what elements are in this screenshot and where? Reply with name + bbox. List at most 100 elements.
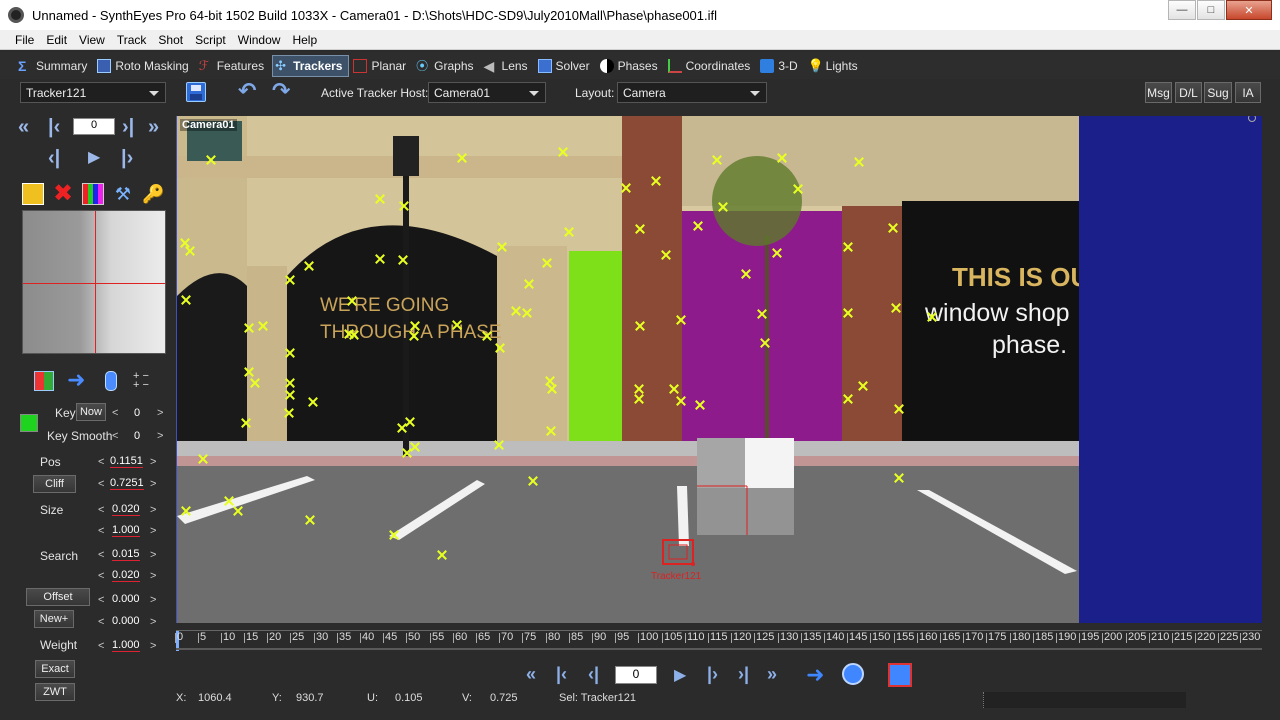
tracker-marker[interactable] xyxy=(522,308,532,318)
next-key-icon[interactable]: ›| xyxy=(122,117,134,137)
grid-icon[interactable] xyxy=(34,371,54,391)
tracker-marker[interactable] xyxy=(206,155,216,165)
fast-forward-icon[interactable]: » xyxy=(767,664,777,685)
menu-edit[interactable]: Edit xyxy=(40,33,73,47)
tracker-marker[interactable] xyxy=(308,397,318,407)
tracker-marker[interactable] xyxy=(402,448,412,458)
menu-shot[interactable]: Shot xyxy=(152,33,189,47)
offset-y-decrement[interactable]: < xyxy=(98,616,104,628)
tracker-marker[interactable] xyxy=(793,184,803,194)
dl-button[interactable]: D/L xyxy=(1175,82,1202,103)
tracker-marker[interactable] xyxy=(661,250,671,260)
room-tab-trackers[interactable]: ✣ Trackers xyxy=(272,54,350,77)
room-tab-summary[interactable]: Σ Summary xyxy=(16,55,93,77)
tracker-marker[interactable] xyxy=(888,223,898,233)
pos-x-decrement[interactable]: < xyxy=(98,456,104,468)
tracker-marker[interactable] xyxy=(669,384,679,394)
room-tab-planar[interactable]: Planar xyxy=(351,55,412,77)
tracker-marker[interactable] xyxy=(244,367,254,377)
tracker-marker[interactable] xyxy=(244,323,254,333)
size-h-decrement[interactable]: < xyxy=(98,525,104,537)
key-smooth-decrement[interactable]: < xyxy=(112,430,118,442)
pos-x-value[interactable]: 0.1151 xyxy=(110,455,143,468)
tracker-marker[interactable] xyxy=(564,227,574,237)
arrow-right-icon[interactable]: ➜ xyxy=(806,662,824,688)
key-decrement[interactable]: < xyxy=(112,407,118,419)
menu-window[interactable]: Window xyxy=(232,33,287,47)
tracker-marker[interactable] xyxy=(304,261,314,271)
tracker-color-swatch[interactable] xyxy=(20,414,38,432)
tracker-marker[interactable] xyxy=(437,550,447,560)
search-w-value[interactable]: 0.015 xyxy=(112,548,140,561)
tracker-marker[interactable] xyxy=(854,157,864,167)
search-w-increment[interactable]: > xyxy=(150,549,156,561)
pos-x-increment[interactable]: > xyxy=(150,456,156,468)
tracker-marker[interactable] xyxy=(284,408,294,418)
tracker-marker[interactable] xyxy=(305,515,315,525)
weight-decrement[interactable]: < xyxy=(98,640,104,652)
fit-view-icon[interactable] xyxy=(888,663,912,687)
search-h-value[interactable]: 0.020 xyxy=(112,569,140,582)
step-forward-icon[interactable]: |› xyxy=(707,664,718,685)
room-tab-solver[interactable]: Solver xyxy=(536,55,596,77)
pos-y-value[interactable]: 0.7251 xyxy=(110,477,144,490)
wand-icon[interactable] xyxy=(22,183,44,205)
weight-value[interactable]: 1.000 xyxy=(112,639,140,652)
active-tracker-host-select[interactable]: Camera01 xyxy=(428,82,546,103)
color-bars-icon[interactable] xyxy=(82,183,104,205)
tracker-marker[interactable] xyxy=(634,394,644,404)
tracker-marker[interactable] xyxy=(198,454,208,464)
tracker-marker[interactable] xyxy=(760,338,770,348)
playback-frame-input[interactable]: 0 xyxy=(615,666,657,684)
cliff-button[interactable]: Cliff xyxy=(33,475,76,493)
size-w-value[interactable]: 0.020 xyxy=(112,503,140,516)
tracker-marker[interactable] xyxy=(777,153,787,163)
clock-icon[interactable] xyxy=(842,663,864,685)
menu-script[interactable]: Script xyxy=(189,33,232,47)
minimize-button[interactable]: — xyxy=(1168,0,1196,20)
tracker-marker[interactable] xyxy=(676,396,686,406)
tracker-marker[interactable] xyxy=(398,255,408,265)
menu-view[interactable]: View xyxy=(73,33,111,47)
zwt-button[interactable]: ZWT xyxy=(35,683,75,701)
tracker-marker[interactable] xyxy=(181,506,191,516)
room-tab-graphs[interactable]: ⦿ Graphs xyxy=(414,55,479,77)
tracker-marker[interactable] xyxy=(546,426,556,436)
layout-select[interactable]: Camera xyxy=(617,82,767,103)
tracker-marker[interactable] xyxy=(375,194,385,204)
weight-increment[interactable]: > xyxy=(150,640,156,652)
step-back-icon[interactable]: ‹| xyxy=(588,664,599,685)
tracker-marker[interactable] xyxy=(695,400,705,410)
tracker-marker[interactable] xyxy=(285,348,295,358)
size-w-increment[interactable]: > xyxy=(150,504,156,516)
key-value[interactable]: 0 xyxy=(134,407,140,419)
room-tab-coordinates[interactable]: Coordinates xyxy=(666,55,757,77)
tracker-marker[interactable] xyxy=(676,315,686,325)
menu-file[interactable]: File xyxy=(0,33,40,47)
tracker-marker[interactable] xyxy=(389,530,399,540)
tracker-marker[interactable] xyxy=(757,309,767,319)
tracker-marker[interactable] xyxy=(375,254,385,264)
timeline-ruler[interactable]: 0 5 10 15 20 25 30 35 40 45 50 55 60 65 … xyxy=(174,630,1262,652)
room-tab-features[interactable]: ℱ Features xyxy=(197,55,270,77)
tracker-marker[interactable] xyxy=(635,321,645,331)
exact-button[interactable]: Exact xyxy=(35,660,75,678)
tracker-marker[interactable] xyxy=(843,308,853,318)
tracker-marker[interactable] xyxy=(285,275,295,285)
msg-button[interactable]: Msg xyxy=(1145,82,1172,103)
tracker-marker[interactable] xyxy=(241,418,251,428)
step-back-icon[interactable]: ‹| xyxy=(48,148,60,168)
tracker-marker[interactable] xyxy=(410,321,420,331)
tracker-marker[interactable] xyxy=(712,155,722,165)
key-smooth-increment[interactable]: > xyxy=(157,430,163,442)
tracker-marker[interactable] xyxy=(233,506,243,516)
tracker-marker[interactable] xyxy=(181,295,191,305)
pos-y-decrement[interactable]: < xyxy=(98,478,104,490)
prev-key-icon[interactable]: |‹ xyxy=(556,664,567,685)
size-w-decrement[interactable]: < xyxy=(98,504,104,516)
size-h-increment[interactable]: > xyxy=(150,525,156,537)
tracker-marker[interactable] xyxy=(409,331,419,341)
tracker-marker[interactable] xyxy=(497,242,507,252)
maximize-button[interactable]: □ xyxy=(1197,0,1225,20)
rewind-icon[interactable]: « xyxy=(526,664,536,685)
